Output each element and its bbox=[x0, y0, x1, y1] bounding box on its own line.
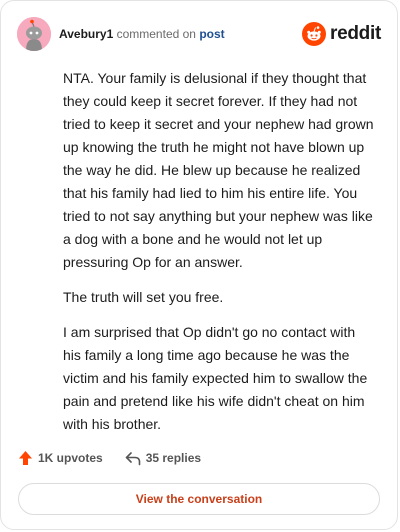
upvote-arrow-icon bbox=[19, 451, 32, 465]
meta-verb: commented on bbox=[116, 27, 196, 41]
username[interactable]: Avebury1 bbox=[59, 27, 113, 41]
post-link[interactable]: post bbox=[199, 27, 224, 41]
reddit-snoo-icon bbox=[302, 22, 327, 46]
comment-paragraph: NTA. Your family is delusional if they t… bbox=[63, 70, 374, 270]
snoo-avatar-icon bbox=[17, 17, 51, 51]
replies-button[interactable]: 35 replies bbox=[125, 451, 201, 466]
reddit-logo[interactable]: reddit bbox=[302, 22, 381, 46]
comment-body: NTA. Your family is delusional if they t… bbox=[63, 67, 375, 448]
reddit-wordmark: reddit bbox=[330, 23, 381, 44]
comment-header: Avebury1 commented on post reddit bbox=[17, 17, 381, 51]
avatar[interactable] bbox=[17, 17, 51, 51]
reply-count: 35 replies bbox=[145, 451, 202, 465]
reply-arrow-icon bbox=[125, 451, 140, 465]
comment-meta: Avebury1 commented on post bbox=[59, 26, 225, 42]
upvote-button[interactable]: 1K upvotes bbox=[18, 450, 103, 466]
comment-paragraph: I am surprised that Op didn't go no cont… bbox=[63, 324, 368, 432]
comment-paragraph: The truth will set you free. bbox=[63, 289, 224, 305]
view-conversation-button[interactable]: View the conversation bbox=[18, 483, 380, 515]
upvote-count: 1K upvotes bbox=[38, 451, 103, 465]
comment-card: Avebury1 commented on post reddit NTA. Y… bbox=[0, 0, 398, 530]
comment-actions: 1K upvotes 35 replies bbox=[18, 450, 201, 466]
